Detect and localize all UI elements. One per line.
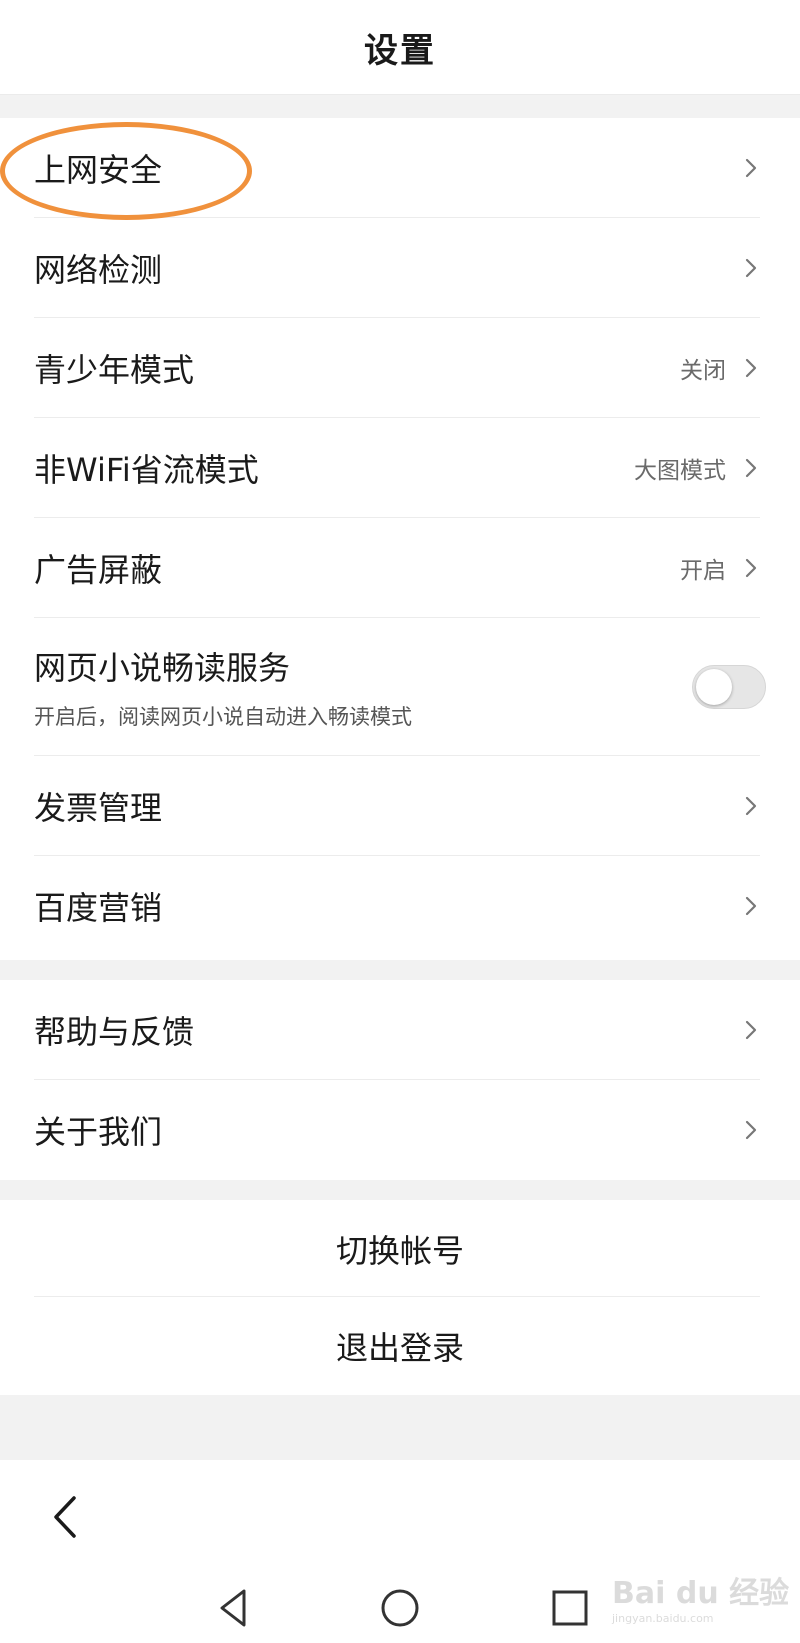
setting-label: 上网安全 [34,151,163,189]
setting-row-help-feedback[interactable]: 帮助与反馈 [0,980,800,1080]
setting-row-ad-block[interactable]: 广告屏蔽 开启 [0,518,800,618]
setting-row-marketing[interactable]: 百度营销 [0,856,800,956]
setting-subtitle: 开启后，阅读网页小说自动进入畅读模式 [34,705,412,729]
setting-row-about-us[interactable]: 关于我们 [0,1080,800,1180]
setting-label: 广告屏蔽 [34,551,163,589]
chevron-right-icon [745,358,757,378]
chevron-right-icon [745,258,757,278]
setting-row-internet-security[interactable]: 上网安全 [0,118,800,218]
chevron-right-icon [745,796,757,816]
chevron-right-icon [745,458,757,478]
setting-row-teen-mode[interactable]: 青少年模式 关闭 [0,318,800,418]
account-group: 切换帐号 退出登录 [0,1200,800,1395]
page-title: 设置 [364,30,436,71]
switch-account-button[interactable]: 切换帐号 [0,1200,800,1297]
watermark-main: Bai du 经验 [612,1576,790,1611]
nav-home-circle-icon[interactable] [375,1583,425,1633]
nav-back-triangle-icon[interactable] [210,1583,260,1633]
back-arrow-icon[interactable] [46,1492,86,1542]
watermark-sub: jingyan.baidu.com [612,1612,714,1625]
setting-label: 青少年模式 [34,351,195,389]
setting-label: 非WiFi省流模式 [34,451,259,489]
baidu-watermark: Bai du 经验 jingyan.baidu.com [612,1568,789,1625]
nav-recents-square-icon[interactable] [545,1583,595,1633]
setting-label: 关于我们 [34,1113,163,1151]
setting-row-network-check[interactable]: 网络检测 [0,218,800,318]
toggle-knob [696,669,732,705]
chevron-right-icon [745,1120,757,1140]
settings-group-help: 帮助与反馈 关于我们 [0,980,800,1180]
setting-value: 关闭 [680,358,726,384]
setting-label: 网络检测 [34,251,163,289]
setting-label: 帮助与反馈 [34,1013,195,1051]
setting-value: 开启 [680,558,726,584]
chevron-right-icon [745,896,757,916]
top-bar: 设置 [0,0,800,95]
novel-reader-toggle[interactable] [692,665,766,709]
setting-label: 发票管理 [34,789,163,827]
setting-row-invoice[interactable]: 发票管理 [0,756,800,856]
settings-group-main: 上网安全 网络检测 青少年模式 关闭 非WiFi省流模式 大图模式 广告屏蔽 开… [0,118,800,960]
chevron-right-icon [745,1020,757,1040]
chevron-right-icon [745,158,757,178]
switch-account-label: 切换帐号 [335,1231,464,1270]
logout-button[interactable]: 退出登录 [0,1297,800,1394]
setting-label: 网页小说畅读服务 [34,649,291,687]
setting-label: 百度营销 [34,889,163,927]
setting-row-novel-reader: 网页小说畅读服务 开启后，阅读网页小说自动进入畅读模式 [0,618,800,756]
chevron-right-icon [745,558,757,578]
setting-value: 大图模式 [634,458,726,484]
setting-row-data-saver[interactable]: 非WiFi省流模式 大图模式 [0,418,800,518]
bottom-bar: Bai du 经验 jingyan.baidu.com [0,1460,800,1643]
logout-label: 退出登录 [335,1328,464,1367]
